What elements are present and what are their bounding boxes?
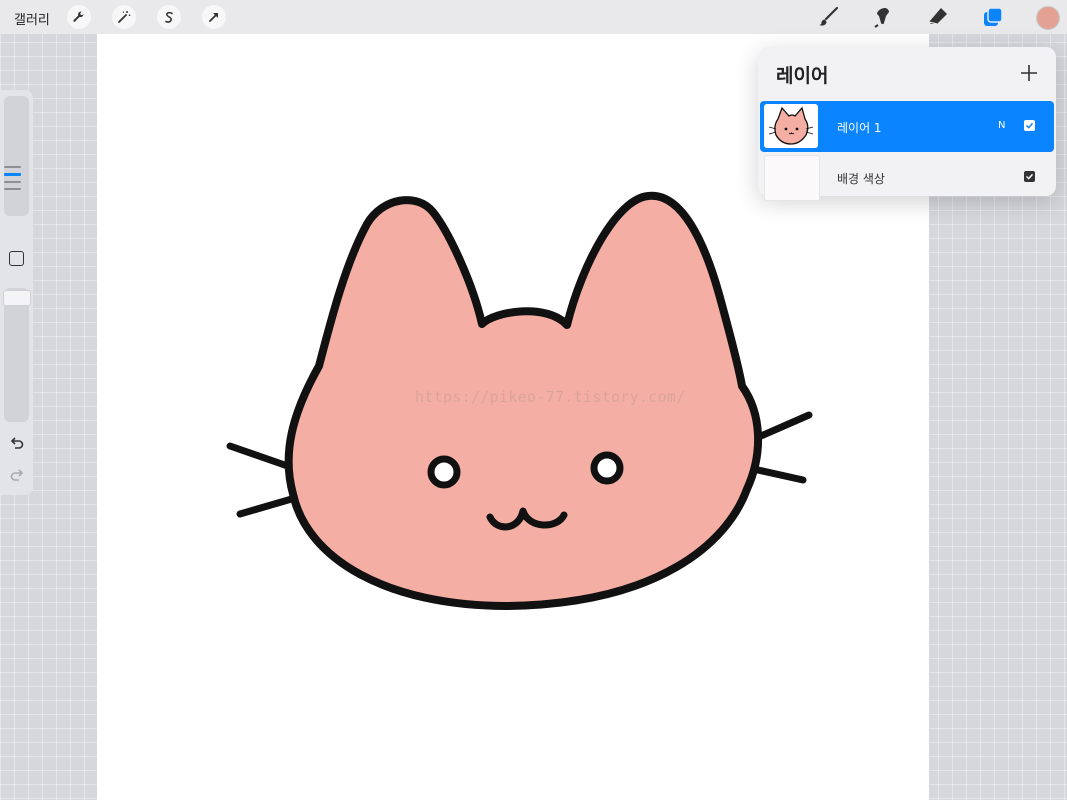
background-thumbnail: [764, 155, 820, 201]
top-toolbar: 갤러리: [0, 0, 1067, 34]
undo-icon[interactable]: [8, 434, 26, 452]
modify-button[interactable]: [9, 251, 24, 266]
layer-name: 레이어 1: [837, 121, 882, 135]
watermark-text: https://pikeo-77.tistory.com/: [415, 388, 686, 406]
layer-name: 배경 색상: [837, 172, 885, 186]
panel-title: 레이어: [776, 65, 829, 87]
redo-icon[interactable]: [8, 466, 26, 484]
wrench-icon[interactable]: [67, 5, 91, 29]
opacity-slider[interactable]: [4, 288, 29, 422]
left-sidebar: [0, 90, 33, 495]
brush-size-slider[interactable]: [4, 96, 29, 216]
smudge-icon[interactable]: [870, 4, 896, 30]
layer-thumbnail: [764, 104, 818, 148]
selection-s-icon[interactable]: [157, 5, 181, 29]
eraser-icon[interactable]: [925, 4, 951, 30]
color-swatch[interactable]: [1036, 6, 1060, 30]
opacity-thumb[interactable]: [3, 290, 31, 306]
layers-panel: 레이어 레이어 1 N 배경 색상: [758, 47, 1056, 201]
blend-mode-button[interactable]: N: [998, 120, 1005, 131]
visibility-checkbox[interactable]: [1024, 120, 1035, 131]
layers-icon[interactable]: [980, 4, 1006, 30]
transform-arrow-icon[interactable]: [202, 5, 226, 29]
brush-size-thumb[interactable]: [4, 166, 21, 195]
gallery-button[interactable]: 갤러리: [14, 9, 50, 28]
plus-icon[interactable]: [1020, 64, 1038, 82]
layer-row-1[interactable]: 레이어 1 N: [760, 101, 1054, 152]
brush-icon[interactable]: [815, 4, 841, 30]
magic-wand-icon[interactable]: [112, 5, 136, 29]
visibility-checkbox[interactable]: [1024, 171, 1035, 182]
layer-row-background[interactable]: 배경 색상: [760, 152, 1054, 203]
